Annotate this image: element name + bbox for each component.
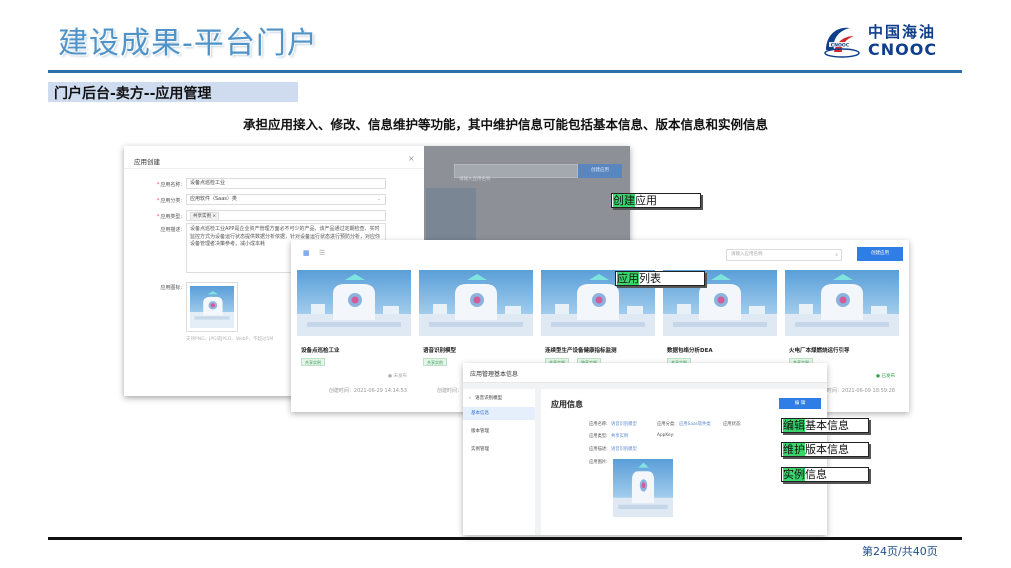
sidebar-item-version[interactable]: 版本管理 [463,425,535,438]
card-illustration [785,274,899,336]
app-card[interactable]: 设备点巡检工业 共享实例 ● 未发布 创建时间：2021-06-29 14:14… [297,270,411,396]
info-type-label: 应用类型: [589,434,608,439]
page-number: 第24页/共40页 [862,545,938,558]
app-card-time: 创建时间： [437,388,463,394]
callout-maintain-version-info: 维护版本信息 [781,442,869,457]
cnooc-logo: CNOOC 中国海油 CNOOC [820,20,950,60]
info-type-value: 共享实例 [611,434,629,439]
info-category-value: 应用Saas软件类 [679,422,711,427]
app-name-input[interactable]: 设备点巡检工业 [186,178,386,189]
app-description-label: 应用描述: [160,227,182,233]
app-type-tag[interactable]: 共享实例 × [190,212,220,221]
app-info-panel: 应用信息 编 辑 应用名称: 语音识别模型 应用分类: 应用Saas软件类 应用… [541,389,827,535]
callout-edit-basic-info: 编辑基本信息 [781,418,869,433]
app-info-screenshot: 应用管理基本信息 ‹ 语音识别模型 基本信息 版本管理 实例管理 应用信息 编 … [463,363,827,535]
app-info-header-title: 应用管理基本信息 [470,371,519,378]
app-name-label: *应用名称: [156,182,182,188]
logo-mark-text: CNOOC [831,42,850,48]
app-card-tag: 共享实例 [301,358,325,366]
app-card-name[interactable]: 数据包络分析DEA [667,346,713,354]
info-name-value: 语音识别模型 [611,422,637,427]
logo-en-text: CNOOC [868,40,938,59]
app-card-status: ● 未发布 [388,374,407,379]
app-search-input[interactable]: 请输入应用名称 ⌕ [726,249,842,261]
callout-app-list: 应用列表 [615,271,705,286]
background-card-thumbnail [426,188,476,244]
app-icon-upload[interactable] [186,282,238,332]
background-create-button: 创建应用 [578,164,622,178]
info-desc-label: 应用描述: [589,447,608,452]
list-view-icon[interactable]: ☰ [319,249,325,257]
slide-title: 建设成果-平台门户 [58,26,318,61]
info-name-label: 应用名称: [589,422,608,427]
slide-subtitle: 承担应用接入、修改、信息维护等功能，其中维护信息可能包括基本信息、版本信息和实例… [242,117,768,132]
app-icon-label: 应用图标: [160,285,182,291]
app-card-name[interactable]: 火电厂本煤燃烧运行引导 [789,346,850,354]
callout-instance-info: 实例信息 [781,467,869,482]
footer-divider [48,537,962,540]
sidebar-item-basic-info[interactable]: 基本信息 [463,407,535,420]
header-divider [48,70,962,73]
info-category-label: 应用分类: [657,422,676,427]
section-title: 门户后台-卖方--应用管理 [54,86,212,102]
app-card-thumbnail [297,270,411,336]
chevron-down-icon: ⌄ [376,196,381,202]
app-card-thumbnail [419,270,533,336]
app-card-status: ● 已发布 [876,374,895,379]
sidebar-item-instance[interactable]: 实例管理 [463,443,535,456]
cnooc-logo-mark: CNOOC [824,27,860,58]
search-icon[interactable]: ⌕ [835,250,838,260]
background-search-placeholder: 请输入应用名称 [459,177,491,182]
background-search-input: 请输入应用名称 [454,164,578,182]
create-app-button[interactable]: 创建应用 [857,247,903,261]
app-category-label: *应用分类: [156,198,182,204]
logo-cn-text: 中国海油 [868,23,937,41]
app-category-select[interactable]: 应用软件（Saas）类 ⌄ [186,194,386,205]
app-icon-illustration [190,291,234,328]
app-type-label: *应用类型: [156,214,182,220]
info-appkey-label: AppKey: [657,433,675,438]
info-state-label: 应用状态: [723,422,742,427]
edit-button[interactable]: 编 辑 [779,398,821,409]
app-card-name[interactable]: 语音识别模型 [423,346,456,354]
close-icon[interactable]: × [408,154,415,163]
app-image-preview [613,459,673,517]
dialog-divider [124,168,424,169]
app-icon-preview [190,286,234,328]
app-category-value: 应用软件（Saas）类 [190,196,237,202]
app-image-illustration [613,462,673,517]
upload-hint: 支持PNG、JPG或JPEG、WebP，不超过5M [186,337,274,342]
info-desc-value: 语音识别模型 [611,447,637,452]
app-card-thumbnail [785,270,899,336]
app-card-time: 创建时间：2021-06-29 14:14:53 [328,388,407,394]
back-link[interactable]: ‹ 语音识别模型 [469,395,502,401]
app-card-time: 创建时间：2021-06-09 18:59:28 [816,388,895,394]
dialog-title: 应用创建 [134,158,160,166]
app-card-name[interactable]: 设备点巡检工业 [301,346,340,354]
app-info-title: 应用信息 [551,400,583,409]
app-search-placeholder: 请输入应用名称 [731,252,763,257]
app-card-tag: 共享实例 [423,358,447,366]
app-type-select[interactable]: 共享实例 × [186,210,386,221]
callout-create-app: 创建应用 [611,193,701,208]
card-illustration [419,274,533,336]
background-create-label: 创建应用 [591,168,609,173]
app-card-name[interactable]: 连续型生产设备健康指标监测 [545,346,617,354]
info-image-label: 应用图片: [589,460,608,465]
app-info-header: 应用管理基本信息 [463,363,827,383]
grid-view-icon[interactable]: ▦ [303,249,310,257]
app-info-sidebar: ‹ 语音识别模型 基本信息 版本管理 实例管理 [463,389,535,535]
card-illustration [297,274,411,336]
